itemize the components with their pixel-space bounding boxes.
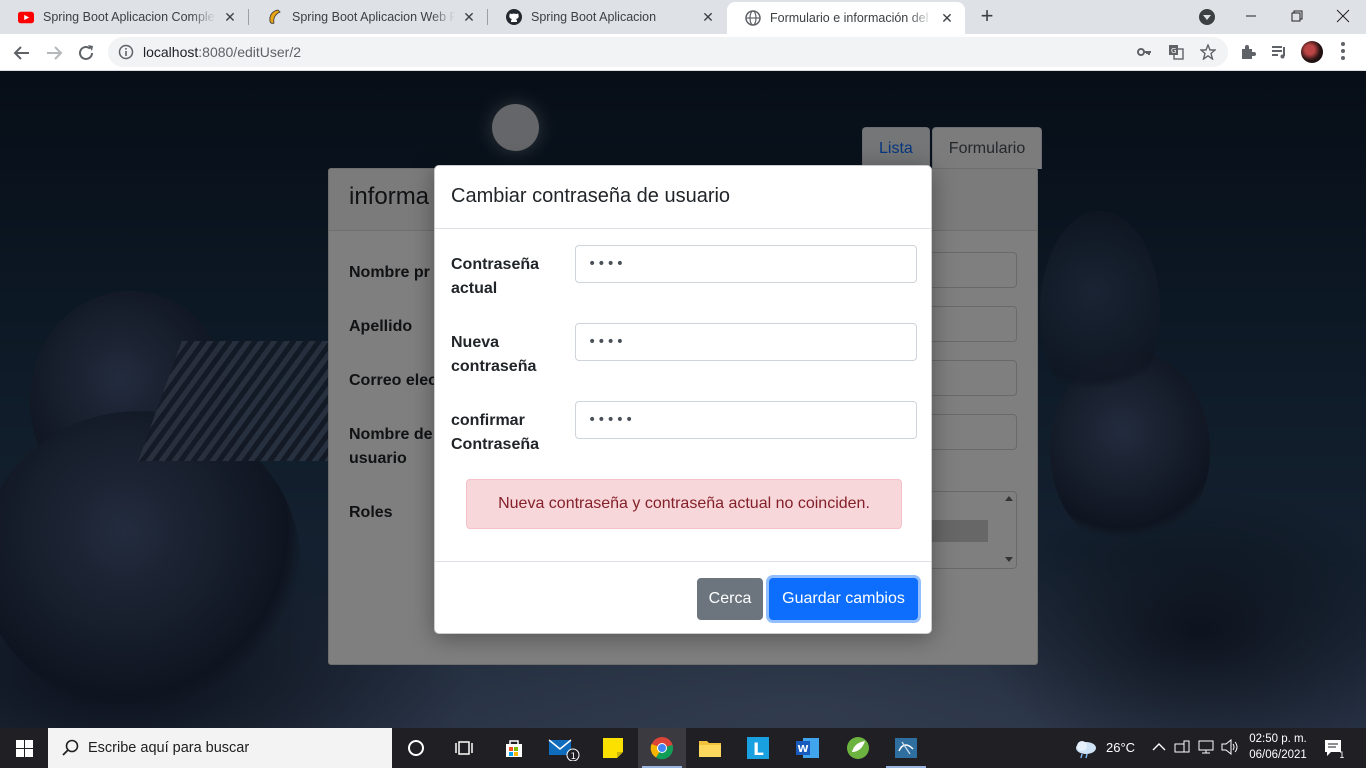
- mail-icon[interactable]: 1: [540, 728, 588, 768]
- confirm-password-label: confirmar Contraseña: [451, 412, 540, 453]
- browser-tab-github[interactable]: Spring Boot Aplicacion ✕: [488, 0, 726, 34]
- notification-center-icon[interactable]: 1: [1323, 737, 1347, 762]
- task-view-icon[interactable]: [440, 728, 488, 768]
- close-icon[interactable]: ✕: [222, 9, 238, 25]
- window-close-icon[interactable]: [1320, 0, 1366, 32]
- svg-text:G: G: [1171, 47, 1176, 55]
- tab-title: Spring Boot Aplicacion Completa: [43, 10, 216, 24]
- volume-icon[interactable]: [1221, 738, 1239, 758]
- l-app-icon[interactable]: L: [734, 728, 782, 768]
- taskbar-clock[interactable]: 02:50 p. m. 06/06/2021: [1243, 731, 1313, 763]
- tray-chevron-icon[interactable]: [1152, 739, 1166, 754]
- browser-tab-youtube[interactable]: Spring Boot Aplicacion Completa ✕: [0, 0, 248, 34]
- browser-toolbar: localhost:8080/editUser/2 G: [0, 34, 1366, 71]
- modal-header: Cambiar contraseña de usuario: [435, 166, 931, 229]
- spring-tool-icon[interactable]: [834, 728, 882, 768]
- current-password-input[interactable]: [575, 245, 917, 283]
- mail-badge: 1: [571, 752, 577, 761]
- tab-search-icon[interactable]: [1199, 9, 1215, 25]
- media-queue-icon[interactable]: [1270, 43, 1288, 61]
- sticky-notes-icon[interactable]: [589, 728, 637, 768]
- file-explorer-icon[interactable]: [686, 728, 734, 768]
- windows-start-icon[interactable]: [0, 728, 48, 768]
- weather-temperature[interactable]: 26°C: [1106, 740, 1135, 755]
- search-placeholder: Escribe aquí para buscar: [88, 740, 250, 756]
- cortana-icon[interactable]: [392, 728, 440, 768]
- url-host: localhost: [143, 44, 199, 60]
- network-icon[interactable]: [1198, 740, 1216, 757]
- mysql-workbench-icon[interactable]: [882, 728, 930, 768]
- browser-tab-strip: Spring Boot Aplicacion Completa ✕ Spring…: [0, 0, 1366, 34]
- info-icon[interactable]: [118, 44, 134, 60]
- notification-count: 1: [1339, 751, 1345, 759]
- close-icon[interactable]: ✕: [939, 10, 955, 26]
- current-password-row: Contraseña actual: [451, 245, 917, 305]
- windows-taskbar: Escribe aquí para buscar 1 L W 26°C 02:5…: [0, 728, 1366, 768]
- extensions-puzzle-icon[interactable]: [1239, 43, 1257, 61]
- error-alert: Nueva contraseña y contraseña actual no …: [466, 479, 902, 529]
- address-bar[interactable]: localhost:8080/editUser/2 G: [108, 37, 1228, 67]
- new-password-row: Nueva contraseña: [451, 323, 917, 383]
- chrome-menu-icon[interactable]: [1340, 42, 1346, 62]
- url-text: localhost:8080/editUser/2: [143, 44, 301, 60]
- browser-tab-blog[interactable]: Spring Boot Aplicacion Web Parte ✕: [249, 0, 487, 34]
- forward-arrow-icon[interactable]: [41, 40, 67, 66]
- url-path: :8080/editUser/2: [198, 44, 301, 60]
- search-icon: [62, 739, 80, 757]
- change-password-modal: Cambiar contraseña de usuario Contraseña…: [434, 165, 932, 634]
- profile-avatar[interactable]: [1301, 41, 1323, 63]
- current-password-label: Contraseña actual: [451, 256, 540, 297]
- restore-icon[interactable]: [1274, 0, 1320, 32]
- svg-text:W: W: [798, 744, 809, 755]
- modal-footer: Cerca Guardar cambios: [435, 561, 931, 635]
- confirm-password-input[interactable]: [575, 401, 917, 439]
- new-password-label: Nueva contraseña: [451, 334, 537, 375]
- blog-icon: [267, 9, 283, 25]
- bookmark-star-icon[interactable]: [1199, 43, 1217, 61]
- modal-title: Cambiar contraseña de usuario: [451, 185, 731, 207]
- close-button[interactable]: Cerca: [697, 578, 763, 620]
- tray-device-icon[interactable]: [1174, 740, 1190, 757]
- tab-title: Spring Boot Aplicacion Web Parte: [292, 10, 455, 24]
- key-icon[interactable]: [1136, 44, 1152, 60]
- save-changes-button[interactable]: Guardar cambios: [769, 578, 918, 620]
- svg-text:L: L: [753, 740, 764, 759]
- store-icon[interactable]: [490, 728, 538, 768]
- new-password-input[interactable]: [575, 323, 917, 361]
- chrome-taskbar-icon[interactable]: [638, 728, 686, 768]
- confirm-password-row: confirmar Contraseña: [451, 401, 917, 461]
- back-arrow-icon[interactable]: [9, 40, 35, 66]
- taskbar-search[interactable]: Escribe aquí para buscar: [48, 728, 392, 768]
- tab-title: Formulario e información del usuario: [770, 11, 933, 25]
- tab-title: Spring Boot Aplicacion: [531, 10, 657, 24]
- reload-icon[interactable]: [73, 40, 99, 66]
- clock-time: 02:50 p. m.: [1249, 733, 1307, 745]
- clock-date: 06/06/2021: [1249, 749, 1307, 761]
- close-icon[interactable]: ✕: [700, 9, 716, 25]
- weather-cloud-icon[interactable]: [1073, 737, 1099, 759]
- new-tab-icon[interactable]: +: [975, 5, 999, 29]
- word-icon[interactable]: W: [784, 728, 832, 768]
- youtube-icon: [18, 9, 34, 25]
- page-viewport: Lista Formulario informa Nombre pr Apell…: [0, 71, 1366, 728]
- browser-tab-active[interactable]: Formulario e información del usuario ✕: [727, 2, 965, 34]
- translate-icon[interactable]: G: [1168, 44, 1184, 60]
- minimize-icon[interactable]: [1228, 0, 1274, 32]
- globe-icon: [745, 10, 761, 26]
- close-icon[interactable]: ✕: [461, 9, 477, 25]
- github-icon: [506, 9, 522, 25]
